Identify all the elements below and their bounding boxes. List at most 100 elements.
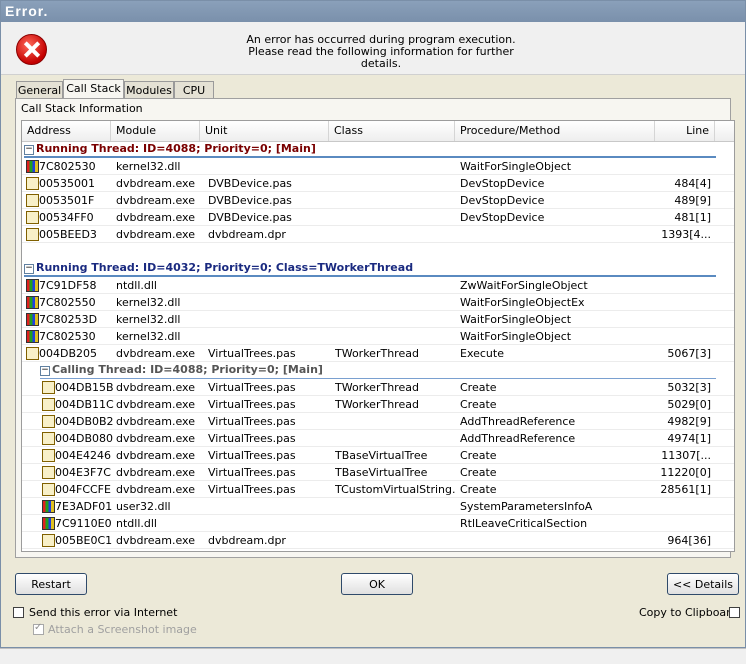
thread-group-header[interactable]: − Running Thread: ID=4088; Priority=0; [M… <box>24 141 716 158</box>
table-row[interactable]: 7C80253D kernel32.dll WaitForSingleObject <box>22 311 734 328</box>
collapse-icon[interactable]: − <box>24 264 34 274</box>
cell-address: 004E4246 <box>55 449 111 462</box>
cell-class <box>335 430 455 447</box>
collapse-icon[interactable]: − <box>24 145 34 155</box>
cell-class <box>335 294 455 311</box>
window-title: Error. <box>1 1 745 22</box>
thread-group-header[interactable]: − Calling Thread: ID=4088; Priority=0; [M… <box>40 362 716 379</box>
app-module-icon <box>26 177 39 190</box>
cell-unit: DVBDevice.pas <box>208 194 292 207</box>
cell-module: kernel32.dll <box>116 313 181 326</box>
cell-module: ntdll.dll <box>116 517 157 530</box>
table-row[interactable]: 005BE0C1 dvbdream.exe dvbdream.dpr 964[36] <box>22 532 734 549</box>
table-row[interactable]: 004DB205 dvbdream.exe VirtualTrees.pas TWor… <box>22 345 734 362</box>
cell-class <box>335 158 455 175</box>
cell-unit: VirtualTrees.pas <box>208 449 296 462</box>
cell-line <box>655 294 711 311</box>
column-address[interactable]: Address <box>22 121 111 141</box>
table-row[interactable]: 7E3ADF01 user32.dll SystemParametersInfoA <box>22 498 734 515</box>
cell-address: 7C9110E0 <box>55 517 112 530</box>
table-row[interactable]: 7C802550 kernel32.dll WaitForSingleObjectE… <box>22 294 734 311</box>
cell-class <box>335 209 455 226</box>
table-row[interactable]: 004DB080 dvbdream.exe VirtualTrees.pas AddT… <box>22 430 734 447</box>
cell-module: dvbdream.exe <box>116 466 195 479</box>
column-module[interactable]: Module <box>111 121 200 141</box>
cell-procedure-method: SystemParametersInfoA <box>460 500 593 513</box>
cell-unit: DVBDevice.pas <box>208 211 292 224</box>
table-row[interactable]: 004FCCFE dvbdream.exe VirtualTrees.pas TCus… <box>22 481 734 498</box>
tab-cpu[interactable]: CPU <box>174 81 214 99</box>
attach-screenshot-label: Attach a Screenshot image <box>48 623 197 636</box>
column-line[interactable]: Line <box>655 121 715 141</box>
cell-line: 481[1] <box>674 211 711 224</box>
cell-procedure-method: WaitForSingleObject <box>460 160 572 173</box>
cell-address: 005BEED3 <box>39 228 97 241</box>
cell-line: 964[36] <box>667 534 711 547</box>
cell-module: dvbdream.exe <box>116 483 195 496</box>
table-row[interactable]: 7C9110E0 ntdll.dll RtlLeaveCriticalSection <box>22 515 734 532</box>
row-separator <box>22 548 734 549</box>
table-row[interactable]: 7C802530 kernel32.dll WaitForSingleObject <box>22 328 734 345</box>
cell-procedure-method: AddThreadReference <box>460 415 576 428</box>
tab-modules[interactable]: Modules <box>124 81 174 99</box>
cell-unit <box>208 328 333 345</box>
error-header: An error has occurred during program exe… <box>1 22 745 75</box>
cell-line <box>655 277 711 294</box>
cell-procedure-method: Create <box>460 381 497 394</box>
cell-address: 7C802530 <box>39 330 96 343</box>
send-internet-label[interactable]: Send this error via Internet <box>29 606 177 619</box>
app-module-icon <box>42 483 55 496</box>
cell-unit: VirtualTrees.pas <box>208 381 296 394</box>
thread-group-header[interactable]: − Running Thread: ID=4032; Priority=0; Cl… <box>24 260 716 277</box>
attach-screenshot-checkbox[interactable] <box>33 622 44 635</box>
column-procedure-method[interactable]: Procedure/Method <box>455 121 655 141</box>
table-row[interactable]: 00535001 dvbdream.exe DVBDevice.pas DevStop… <box>22 175 734 192</box>
cell-address: 7C80253D <box>39 313 98 326</box>
cell-module: dvbdream.exe <box>116 177 195 190</box>
table-row[interactable]: 004DB15B dvbdream.exe VirtualTrees.pas TWor… <box>22 379 734 396</box>
call-stack-grid[interactable]: Address Module Unit Class Procedure/Meth… <box>21 120 735 552</box>
restart-button[interactable]: Restart <box>15 573 87 595</box>
ok-button[interactable]: OK <box>341 573 413 595</box>
cell-module: dvbdream.exe <box>116 398 195 411</box>
collapse-icon[interactable]: − <box>40 366 50 376</box>
tab-general[interactable]: General <box>16 81 63 99</box>
system-module-icon <box>26 313 39 326</box>
cell-module: ntdll.dll <box>116 279 157 292</box>
tab-call-stack[interactable]: Call Stack <box>63 79 124 100</box>
column-unit[interactable]: Unit <box>200 121 329 141</box>
copy-clipboard-label[interactable]: Copy to Clipboard <box>639 606 737 619</box>
panel-label: Call Stack Information <box>21 102 143 115</box>
thread-group-title: Running Thread: ID=4032; Priority=0; Cla… <box>36 261 414 274</box>
error-icon <box>16 34 47 65</box>
cell-procedure-method: DevStopDevice <box>460 194 545 207</box>
table-row[interactable]: 00534FF0 dvbdream.exe DVBDevice.pas DevStop… <box>22 209 734 226</box>
cell-unit: VirtualTrees.pas <box>208 432 296 445</box>
cell-unit: VirtualTrees.pas <box>208 466 296 479</box>
cell-unit: VirtualTrees.pas <box>208 483 296 496</box>
cell-address: 004DB15B <box>55 381 114 394</box>
send-internet-checkbox[interactable] <box>13 607 24 618</box>
cell-unit: VirtualTrees.pas <box>208 415 296 428</box>
cell-class <box>335 532 455 549</box>
table-row[interactable]: 7C802530 kernel32.dll WaitForSingleObject <box>22 158 734 175</box>
cell-procedure-method: DevStopDevice <box>460 211 545 224</box>
table-row[interactable]: 004DB11C dvbdream.exe VirtualTrees.pas TWor… <box>22 396 734 413</box>
table-row[interactable]: 7C91DF58 ntdll.dll ZwWaitForSingleObject <box>22 277 734 294</box>
column-class[interactable]: Class <box>329 121 455 141</box>
cell-line <box>655 498 711 515</box>
system-module-icon <box>26 279 39 292</box>
cell-module: dvbdream.exe <box>116 381 195 394</box>
thread-group-title: Calling Thread: ID=4088; Priority=0; [Ma… <box>52 363 323 376</box>
details-button[interactable]: << Details <box>667 573 739 595</box>
cell-line: 11220[0] <box>660 466 711 479</box>
table-row[interactable]: 005BEED3 dvbdream.exe dvbdream.dpr 1393[4..… <box>22 226 734 243</box>
cell-line: 11307[... <box>661 449 711 462</box>
cell-address: 7C802530 <box>39 160 96 173</box>
cell-line: 5067[3] <box>667 347 711 360</box>
table-row[interactable]: 004E3F7C dvbdream.exe VirtualTrees.pas TBas… <box>22 464 734 481</box>
table-row[interactable]: 004DB0B2 dvbdream.exe VirtualTrees.pas AddT… <box>22 413 734 430</box>
copy-clipboard-checkbox[interactable] <box>729 607 740 618</box>
table-row[interactable]: 004E4246 dvbdream.exe VirtualTrees.pas TBas… <box>22 447 734 464</box>
table-row[interactable]: 0053501F dvbdream.exe DVBDevice.pas DevStop… <box>22 192 734 209</box>
